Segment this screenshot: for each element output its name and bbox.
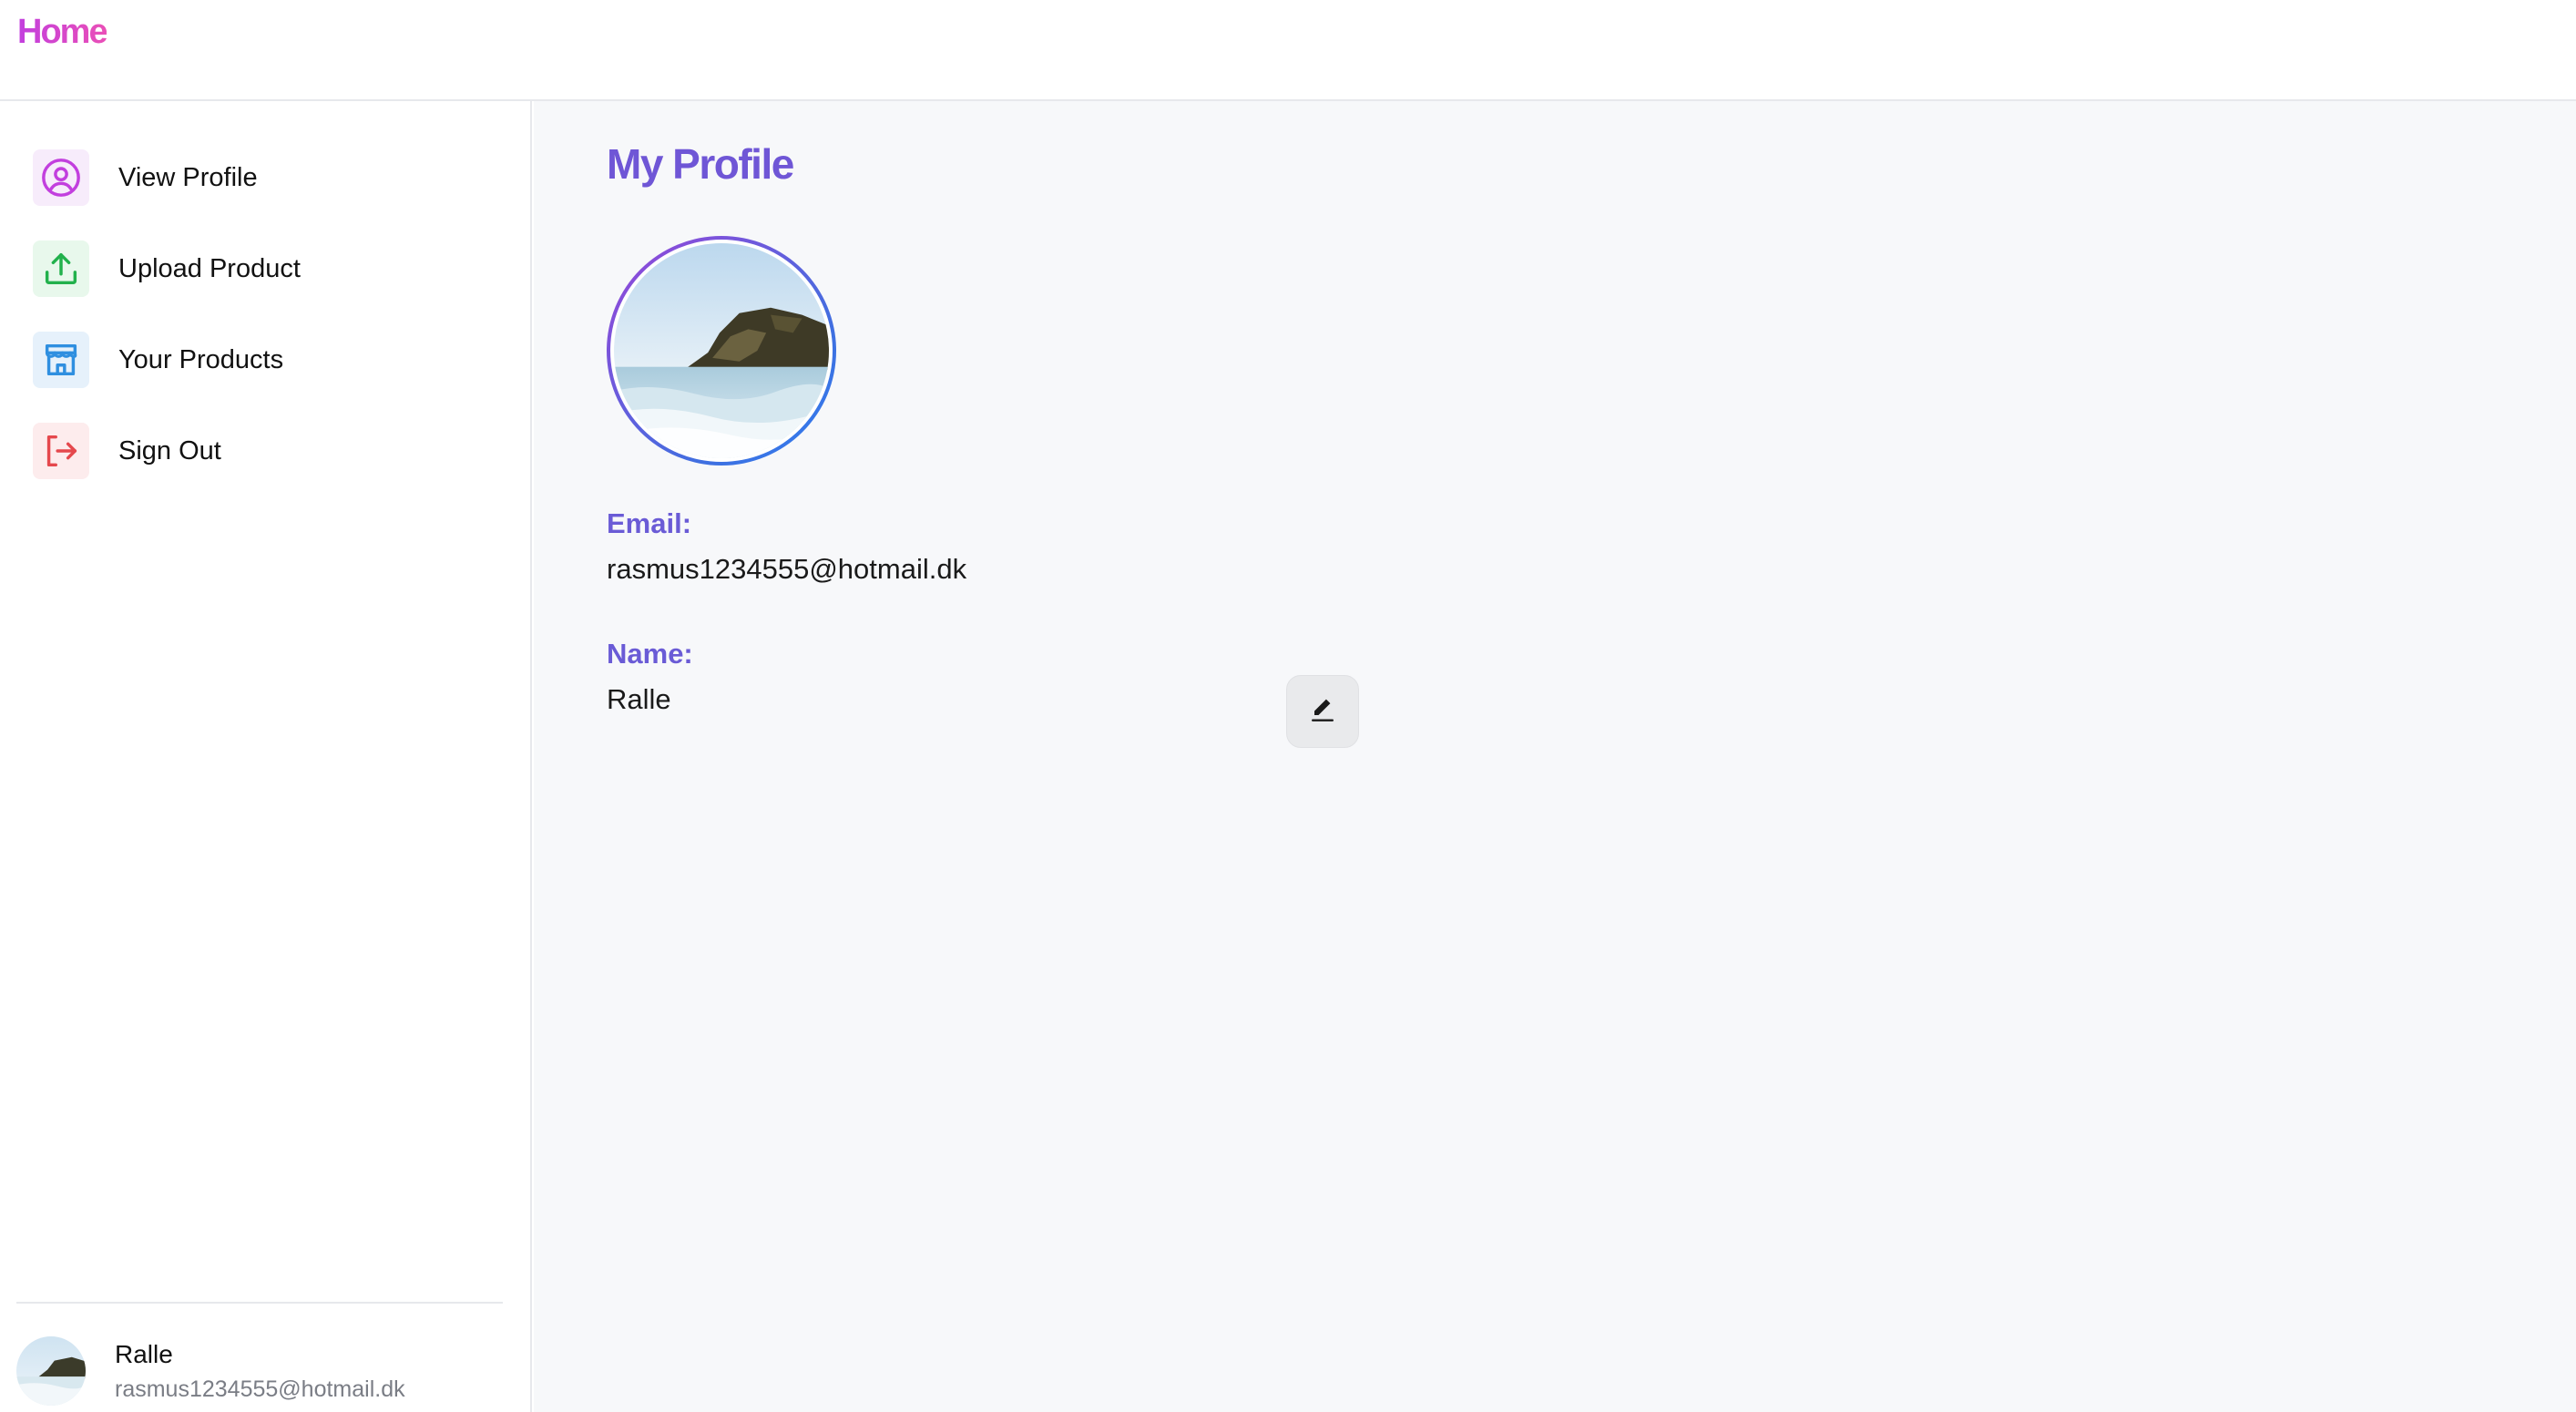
pencil-icon <box>1306 693 1339 731</box>
sidebar-user-email: rasmus1234555@hotmail.dk <box>115 1376 405 1402</box>
sidebar-item-label: View Profile <box>118 162 258 192</box>
avatar <box>16 1336 86 1406</box>
home-link[interactable]: Home <box>17 13 108 52</box>
sidebar-item-sign-out[interactable]: Sign Out <box>33 416 506 486</box>
sidebar-divider <box>16 1302 503 1304</box>
sidebar-user-name: Ralle <box>115 1340 173 1368</box>
email-value: rasmus1234555@hotmail.dk <box>607 553 967 585</box>
sidebar-user-card[interactable]: Ralle rasmus1234555@hotmail.dk <box>16 1324 508 1411</box>
name-value: Ralle <box>607 683 671 715</box>
sign-out-icon <box>33 423 89 479</box>
page-title: My Profile <box>607 140 794 188</box>
top-bar: Home <box>0 0 2576 101</box>
sidebar: View Profile Upload Product Your Product… <box>0 101 532 1412</box>
name-label: Name: <box>607 638 693 670</box>
profile-avatar <box>607 236 836 466</box>
user-circle-icon <box>33 149 89 206</box>
profile-image <box>610 240 833 462</box>
sidebar-item-upload-product[interactable]: Upload Product <box>33 234 506 303</box>
edit-name-button[interactable] <box>1286 675 1359 748</box>
sidebar-item-your-products[interactable]: Your Products <box>33 325 506 394</box>
storefront-icon <box>33 332 89 388</box>
sidebar-item-label: Your Products <box>118 344 284 374</box>
upload-icon <box>33 240 89 297</box>
main-content: My Profile Email: rasmus1234555@hotmail.… <box>534 101 2576 1412</box>
sidebar-item-label: Upload Product <box>118 253 301 283</box>
sidebar-item-view-profile[interactable]: View Profile <box>33 143 506 212</box>
sidebar-item-label: Sign Out <box>118 435 221 466</box>
email-label: Email: <box>607 507 692 539</box>
